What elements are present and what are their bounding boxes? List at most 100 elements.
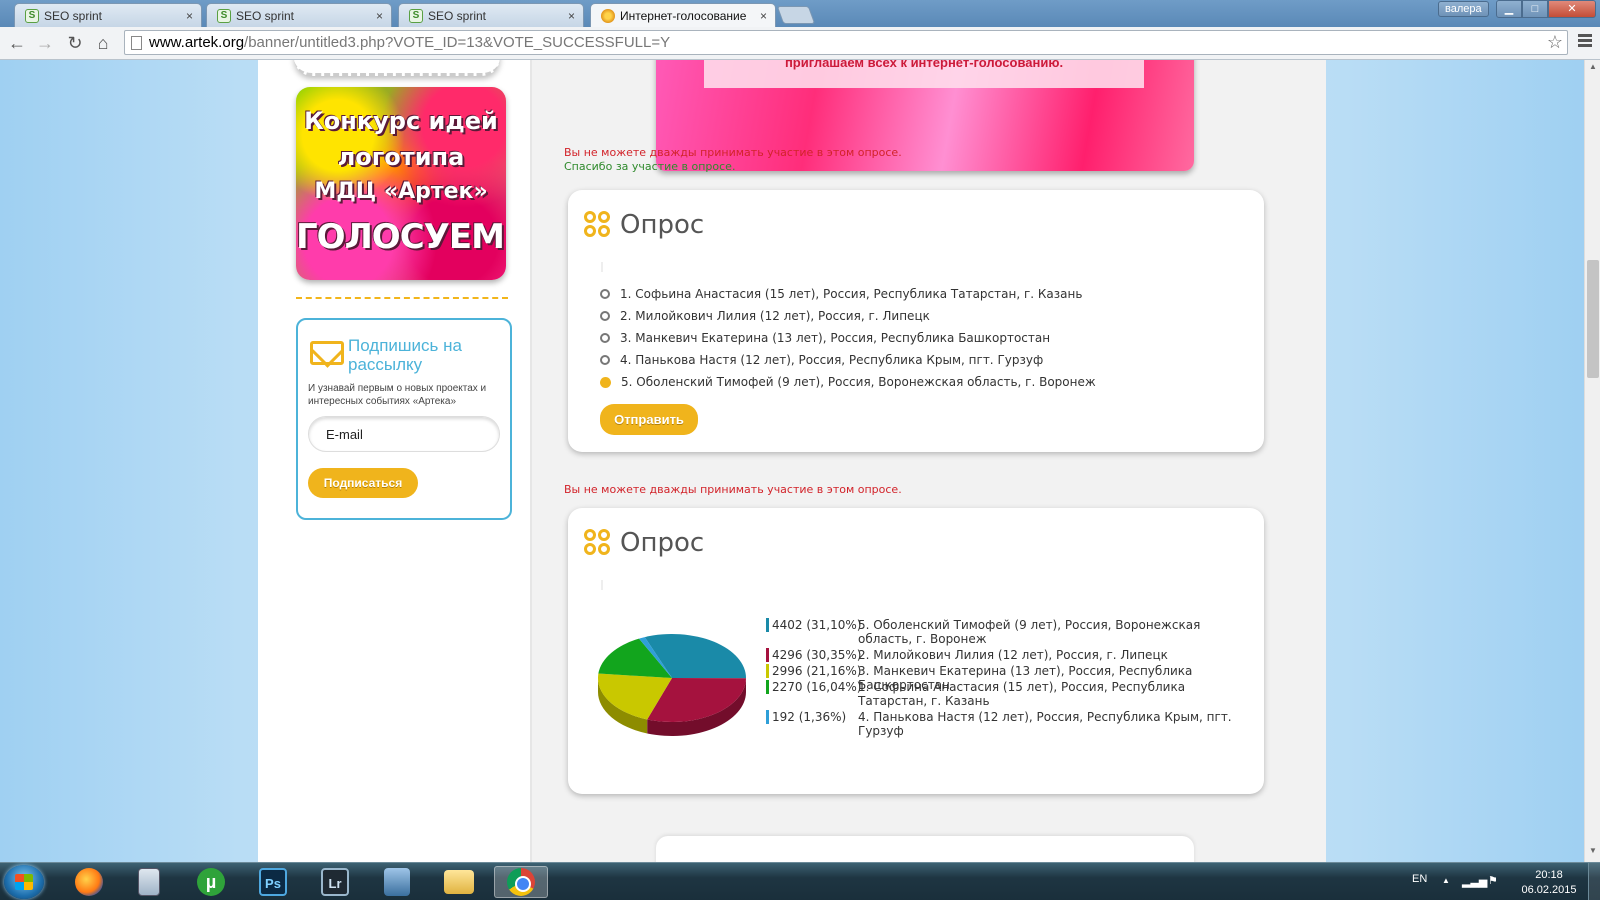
tab-title: SEO sprint bbox=[44, 8, 103, 23]
option-label: 2. Милойкович Лилия (12 лет), Россия, г.… bbox=[620, 309, 930, 323]
poll-option-3[interactable]: 3. Манкевич Екатерина (13 лет), Россия, … bbox=[600, 330, 1050, 346]
radio-button-selected[interactable] bbox=[600, 376, 611, 388]
poll-circles-icon bbox=[584, 529, 612, 557]
signal-icon[interactable]: ▂▃▅ bbox=[1462, 875, 1487, 888]
seo-sprint-favicon-icon: S bbox=[25, 8, 39, 23]
start-button[interactable] bbox=[4, 865, 44, 899]
legend-swatch bbox=[766, 618, 769, 632]
logo-contest-banner[interactable]: Конкурс идей логотипа МДЦ «Артек» ГОЛОСУ… bbox=[296, 87, 506, 280]
reload-icon[interactable]: ↻ bbox=[64, 32, 86, 54]
chrome-menu-icon[interactable] bbox=[1578, 34, 1592, 49]
taskbar-utorrent[interactable]: µ bbox=[184, 866, 238, 898]
back-arrow-icon[interactable]: ← bbox=[6, 32, 28, 54]
close-tab-icon[interactable]: × bbox=[376, 9, 383, 23]
windows-logo-icon bbox=[15, 874, 33, 890]
legend-swatch bbox=[766, 664, 769, 678]
subscribe-button[interactable]: Подписаться bbox=[308, 468, 418, 498]
tab-seo-sprint-1[interactable]: S SEO sprint × bbox=[14, 3, 202, 27]
promo-text: МДЦ «Артек» bbox=[314, 179, 488, 204]
radio-button[interactable] bbox=[600, 311, 610, 321]
poll-option-5[interactable]: 5. Оболенский Тимофей (9 лет), Россия, В… bbox=[600, 374, 1096, 390]
poll-option-4[interactable]: 4. Панькова Настя (12 лет), Россия, Респ… bbox=[600, 352, 1043, 368]
scroll-down-arrow-icon[interactable]: ▼ bbox=[1585, 846, 1600, 860]
profile-badge[interactable]: валера bbox=[1438, 1, 1489, 17]
subscribe-title: Подпишись на рассылку bbox=[348, 336, 462, 374]
photoshop-icon: Ps bbox=[259, 868, 287, 896]
banner-text: приглашаем всех к интернет-голосованию. bbox=[784, 60, 1064, 70]
dashed-divider bbox=[296, 297, 508, 299]
legend-value: 2270 (16,04%) bbox=[772, 680, 862, 694]
promo-text: ГОЛОСУЕМ! bbox=[296, 217, 506, 257]
poll-question-marker bbox=[601, 262, 603, 272]
tab-seo-sprint-2[interactable]: S SEO sprint × bbox=[206, 3, 392, 27]
next-banner-card bbox=[656, 836, 1194, 862]
poll-results-card: Опрос 4402 (31,10%) 5. Оболенский Тимофей… bbox=[568, 508, 1264, 794]
page-viewport: Конкурс идей логотипа МДЦ «Артек» ГОЛОСУ… bbox=[0, 60, 1584, 862]
tray-expand-arrow-icon[interactable]: ▲ bbox=[1442, 876, 1450, 885]
close-tab-icon[interactable]: × bbox=[760, 9, 767, 23]
option-label: 5. Оболенский Тимофей (9 лет), Россия, В… bbox=[621, 375, 1096, 389]
tab-title: Интернет-голосование bbox=[620, 8, 747, 23]
tab-internet-voting[interactable]: Интернет-голосование × bbox=[590, 3, 776, 27]
taskbar-chrome[interactable] bbox=[494, 866, 548, 898]
radio-button[interactable] bbox=[600, 289, 610, 299]
close-tab-icon[interactable]: × bbox=[186, 9, 193, 23]
promo-text: Конкурс идей bbox=[304, 107, 498, 135]
submit-vote-button[interactable]: Отправить bbox=[600, 404, 698, 435]
error-message: Вы не можете дважды принимать участие в … bbox=[564, 483, 902, 496]
email-field[interactable] bbox=[308, 416, 500, 452]
legend-label: 2. Милойкович Лилия (12 лет), Россия, г.… bbox=[858, 648, 1168, 662]
minimize-button[interactable]: ▁ bbox=[1496, 0, 1522, 18]
close-window-button[interactable]: ✕ bbox=[1548, 0, 1596, 18]
legend-value: 192 (1,36%) bbox=[772, 710, 847, 724]
taskbar-calculator[interactable] bbox=[122, 866, 176, 898]
option-label: 3. Манкевич Екатерина (13 лет), Россия, … bbox=[620, 331, 1051, 345]
home-icon[interactable]: ⌂ bbox=[92, 32, 114, 54]
radio-button[interactable] bbox=[600, 355, 610, 365]
taskbar-photoshop[interactable]: Ps bbox=[246, 866, 300, 898]
url-text: www.artek.org/banner/untitled3.php?VOTE_… bbox=[149, 34, 671, 51]
new-tab-button[interactable] bbox=[776, 6, 816, 24]
scroll-thumb[interactable] bbox=[1587, 260, 1599, 378]
legend-value: 2996 (21,16%) bbox=[772, 664, 862, 678]
taskbar-explorer[interactable] bbox=[432, 866, 486, 898]
windows-taskbar: µ Ps Lr EN ▲ ▂▃▅ ⚑ 20:18 06.02.2015 bbox=[0, 862, 1600, 900]
legend-label: 5. Оболенский Тимофей (9 лет), Россия, В… bbox=[858, 618, 1201, 646]
forward-arrow-icon[interactable]: → bbox=[34, 32, 56, 54]
taskbar-network[interactable] bbox=[370, 866, 424, 898]
poll-title: Опрос bbox=[620, 210, 705, 240]
legend-swatch bbox=[766, 680, 769, 694]
envelope-icon bbox=[310, 341, 344, 365]
system-clock[interactable]: 20:18 06.02.2015 bbox=[1514, 868, 1584, 898]
maximize-button[interactable]: □ bbox=[1522, 0, 1548, 18]
legend-value: 4402 (31,10%) bbox=[772, 618, 862, 632]
action-center-icon[interactable]: ⚑ bbox=[1488, 874, 1498, 887]
tab-title: SEO sprint bbox=[428, 8, 487, 23]
language-indicator[interactable]: EN bbox=[1412, 873, 1427, 885]
close-tab-icon[interactable]: × bbox=[568, 9, 575, 23]
chrome-icon bbox=[507, 868, 535, 896]
legend-value: 4296 (30,35%) bbox=[772, 648, 862, 662]
option-label: 1. Софьина Анастасия (15 лет), Россия, Р… bbox=[620, 287, 1083, 301]
subscribe-description: И узнавай первым о новых проектах и инте… bbox=[308, 383, 487, 407]
poll-option-1[interactable]: 1. Софьина Анастасия (15 лет), Россия, Р… bbox=[600, 286, 1082, 302]
scroll-up-arrow-icon[interactable]: ▲ bbox=[1585, 62, 1600, 76]
page-scrollbar[interactable]: ▲ ▼ bbox=[1584, 60, 1600, 862]
legend-swatch bbox=[766, 710, 769, 724]
page-container: Конкурс идей логотипа МДЦ «Артек» ГОЛОСУ… bbox=[258, 60, 1326, 862]
radio-button[interactable] bbox=[600, 333, 610, 343]
option-label: 4. Панькова Настя (12 лет), Россия, Респ… bbox=[620, 353, 1044, 367]
legend-label: 1. Софьина Анастасия (15 лет), Россия, Р… bbox=[858, 680, 1186, 708]
taskbar-lightroom[interactable]: Lr bbox=[308, 866, 362, 898]
lightroom-icon: Lr bbox=[321, 868, 349, 896]
seo-sprint-favicon-icon: S bbox=[409, 8, 423, 23]
address-bar[interactable]: www.artek.org/banner/untitled3.php?VOTE_… bbox=[124, 30, 1568, 55]
taskbar-firefox[interactable] bbox=[62, 866, 116, 898]
utorrent-icon: µ bbox=[197, 868, 225, 896]
poll-option-2[interactable]: 2. Милойкович Лилия (12 лет), Россия, г.… bbox=[600, 308, 930, 324]
calculator-icon bbox=[138, 868, 160, 896]
tab-seo-sprint-3[interactable]: S SEO sprint × bbox=[398, 3, 584, 27]
show-desktop-button[interactable] bbox=[1588, 863, 1600, 900]
bookmark-star-icon[interactable]: ☆ bbox=[1547, 32, 1563, 53]
seo-sprint-favicon-icon: S bbox=[217, 8, 231, 23]
